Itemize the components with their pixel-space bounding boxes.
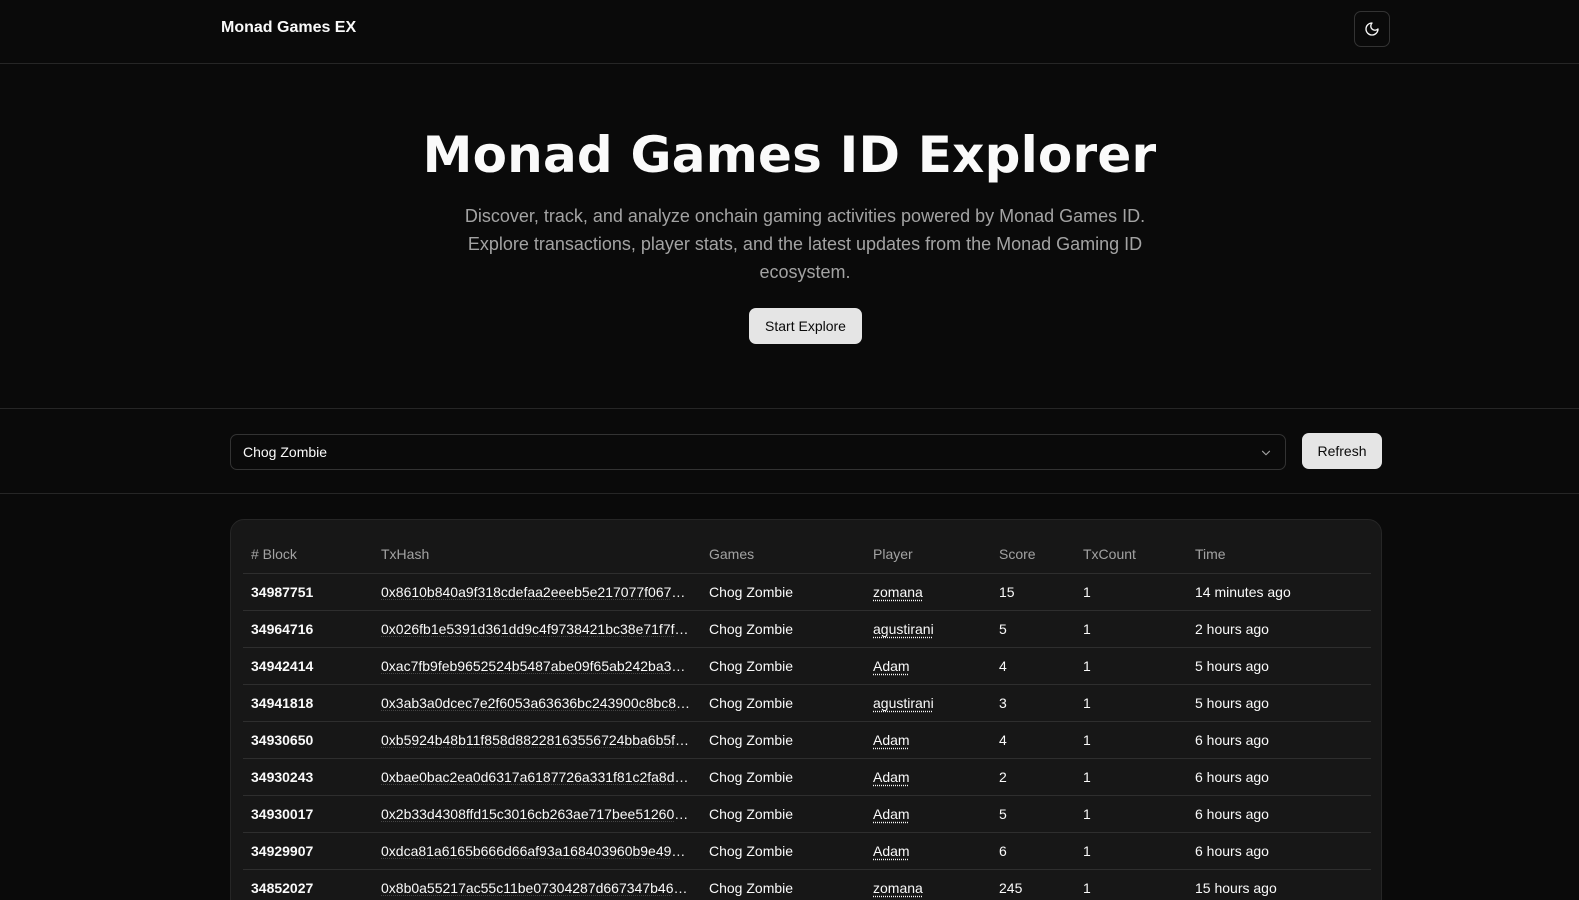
table-row: 34930017 0x2b33d4308ffd15c3016cb263ae717b… — [243, 795, 1371, 833]
column-header-block: # Block — [243, 536, 373, 574]
brand-name[interactable]: Monad Games EX — [221, 19, 356, 37]
tx-hash-link[interactable]: 0x8610b840a9f318cdefaa2eeeb5e217077f067c… — [381, 584, 691, 600]
transactions-table: # Block TxHash Games Player Score TxCoun… — [243, 536, 1371, 900]
table-row: 34930650 0xb5924b48b11f858d88228163556724… — [243, 721, 1371, 759]
time-value: 6 hours ago — [1187, 721, 1371, 759]
player-link[interactable]: Adam — [873, 658, 910, 674]
score-value: 2 — [991, 758, 1075, 796]
tx-count-value: 1 — [1075, 721, 1187, 759]
tx-count-value: 1 — [1075, 684, 1187, 722]
score-value: 4 — [991, 647, 1075, 685]
player-link[interactable]: Adam — [873, 732, 910, 748]
player-link[interactable]: zomana — [873, 584, 923, 600]
time-value: 6 hours ago — [1187, 795, 1371, 833]
time-value: 6 hours ago — [1187, 758, 1371, 796]
game-name: Chog Zombie — [701, 647, 865, 685]
block-number: 34941818 — [243, 684, 373, 722]
game-select-value: Chog Zombie — [243, 444, 328, 460]
score-value: 245 — [991, 869, 1075, 900]
tx-count-value: 1 — [1075, 573, 1187, 611]
hero-title: Monad Games ID Explorer — [422, 126, 1157, 184]
transactions-card: # Block TxHash Games Player Score TxCoun… — [230, 519, 1382, 900]
block-number: 34930650 — [243, 721, 373, 759]
time-value: 2 hours ago — [1187, 610, 1371, 648]
tx-hash-link[interactable]: 0x2b33d4308ffd15c3016cb263ae717bee512602… — [381, 806, 691, 822]
table-row: 34930243 0xbae0bac2ea0d6317a6187726a331f8… — [243, 758, 1371, 796]
hero-description: Discover, track, and analyze onchain gam… — [464, 206, 1146, 282]
score-value: 3 — [991, 684, 1075, 722]
game-name: Chog Zombie — [701, 684, 865, 722]
game-select[interactable]: Chog Zombie — [230, 434, 1286, 470]
game-name: Chog Zombie — [701, 869, 865, 900]
tx-hash-link[interactable]: 0xac7fb9feb9652524b5487abe09f65ab242ba3d… — [381, 658, 691, 674]
moon-icon — [1365, 22, 1379, 36]
filter-bar: Chog Zombie Refresh — [0, 409, 1579, 494]
game-name: Chog Zombie — [701, 832, 865, 870]
game-name: Chog Zombie — [701, 795, 865, 833]
player-link[interactable]: agustirani — [873, 621, 934, 637]
column-header-time: Time — [1187, 536, 1371, 574]
column-header-score: Score — [991, 536, 1075, 574]
table-row: 34942414 0xac7fb9feb9652524b5487abe09f65a… — [243, 647, 1371, 685]
tx-count-value: 1 — [1075, 795, 1187, 833]
hero-section: Monad Games ID Explorer Discover, track,… — [0, 64, 1579, 409]
tx-hash-link[interactable]: 0xb5924b48b11f858d88228163556724bba6b5fe… — [381, 732, 691, 748]
table-body: 34987751 0x8610b840a9f318cdefaa2eeeb5e217… — [243, 573, 1371, 900]
tx-count-value: 1 — [1075, 610, 1187, 648]
tx-count-value: 1 — [1075, 647, 1187, 685]
tx-hash-link[interactable]: 0xbae0bac2ea0d6317a6187726a331f81c2fa8d3… — [381, 769, 691, 785]
table-row: 34987751 0x8610b840a9f318cdefaa2eeeb5e217… — [243, 573, 1371, 611]
player-link[interactable]: Adam — [873, 843, 910, 859]
time-value: 5 hours ago — [1187, 684, 1371, 722]
game-name: Chog Zombie — [701, 610, 865, 648]
theme-toggle-button[interactable] — [1354, 11, 1390, 47]
table-row: 34964716 0x026fb1e5391d361dd9c4f9738421bc… — [243, 610, 1371, 648]
column-header-player: Player — [865, 536, 991, 574]
column-header-games: Games — [701, 536, 865, 574]
score-value: 5 — [991, 795, 1075, 833]
tx-count-value: 1 — [1075, 869, 1187, 900]
chevron-down-icon — [1261, 450, 1271, 456]
score-value: 6 — [991, 832, 1075, 870]
tx-hash-link[interactable]: 0x8b0a55217ac55c11be07304287d667347b4687… — [381, 880, 691, 896]
column-header-txhash: TxHash — [373, 536, 701, 574]
game-name: Chog Zombie — [701, 758, 865, 796]
tx-count-value: 1 — [1075, 758, 1187, 796]
start-explore-button[interactable]: Start Explore — [749, 308, 862, 344]
player-link[interactable]: agustirani — [873, 695, 934, 711]
table-header-row: # Block TxHash Games Player Score TxCoun… — [243, 536, 1371, 574]
block-number: 34987751 — [243, 573, 373, 611]
table-row: 34941818 0x3ab3a0dcec7e2f6053a63636bc2439… — [243, 684, 1371, 722]
block-number: 34930243 — [243, 758, 373, 796]
top-navbar: Monad Games EX — [0, 0, 1579, 64]
block-number: 34942414 — [243, 647, 373, 685]
tx-hash-link[interactable]: 0xdca81a6165b666d66af93a168403960b9e4989… — [381, 843, 691, 859]
tx-hash-link[interactable]: 0x3ab3a0dcec7e2f6053a63636bc243900c8bc80… — [381, 695, 691, 711]
time-value: 14 minutes ago — [1187, 573, 1371, 611]
game-name: Chog Zombie — [701, 721, 865, 759]
column-header-txcount: TxCount — [1075, 536, 1187, 574]
time-value: 5 hours ago — [1187, 647, 1371, 685]
block-number: 34852027 — [243, 869, 373, 900]
player-link[interactable]: zomana — [873, 880, 923, 896]
table-row: 34929907 0xdca81a6165b666d66af93a16840396… — [243, 832, 1371, 870]
player-link[interactable]: Adam — [873, 806, 910, 822]
time-value: 6 hours ago — [1187, 832, 1371, 870]
table-row: 34852027 0x8b0a55217ac55c11be07304287d667… — [243, 869, 1371, 900]
score-value: 5 — [991, 610, 1075, 648]
time-value: 15 hours ago — [1187, 869, 1371, 900]
block-number: 34929907 — [243, 832, 373, 870]
score-value: 4 — [991, 721, 1075, 759]
tx-count-value: 1 — [1075, 832, 1187, 870]
score-value: 15 — [991, 573, 1075, 611]
refresh-button[interactable]: Refresh — [1302, 433, 1382, 469]
game-name: Chog Zombie — [701, 573, 865, 611]
tx-hash-link[interactable]: 0x026fb1e5391d361dd9c4f9738421bc38e71f7f… — [381, 621, 691, 637]
block-number: 34930017 — [243, 795, 373, 833]
player-link[interactable]: Adam — [873, 769, 910, 785]
block-number: 34964716 — [243, 610, 373, 648]
